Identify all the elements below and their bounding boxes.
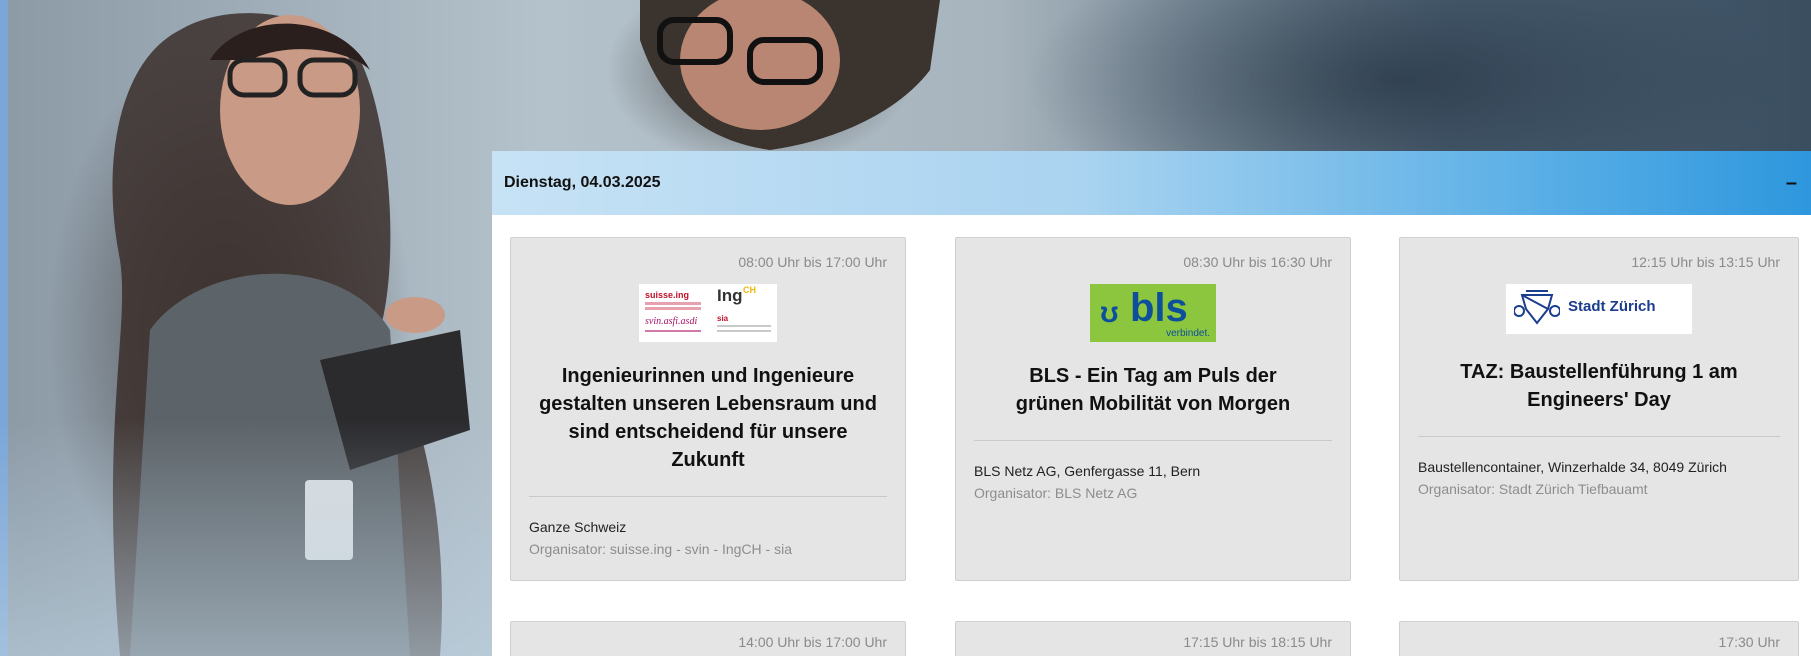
logo-text-stadt-zuerich: Stadt Zürich [1568, 298, 1656, 315]
suisse-ing-logo: suisse.ing Ing CH svin.asfi.asdi sia [639, 284, 777, 342]
event-title: TAZ: Baustellenführung 1 am Engineers' D… [1460, 361, 1738, 411]
divider [529, 496, 887, 497]
day-panel: Dienstag, 04.03.2025 – 08:00 Uhr bis 17:… [492, 151, 1811, 656]
logo-text-ch: CH [743, 285, 756, 295]
event-card[interactable]: 08:00 Uhr bis 17:00 Uhr suisse.ing Ing C… [510, 237, 906, 581]
event-card[interactable]: 17:30 Uhr [1399, 621, 1799, 656]
event-card[interactable]: 14:00 Uhr bis 17:00 Uhr [510, 621, 906, 656]
divider [1418, 436, 1780, 437]
zurich-coat-of-arms-icon [1514, 290, 1560, 325]
logo-text-ing: Ing [717, 286, 743, 305]
day-header[interactable]: Dienstag, 04.03.2025 – [492, 151, 1811, 215]
event-organizer: Organisator: BLS Netz AG [974, 485, 1138, 501]
event-location: Baustellencontainer, Winzerhalde 34, 804… [1418, 459, 1727, 475]
event-time: 08:00 Uhr bis 17:00 Uhr [738, 254, 887, 270]
logo-text-sia: sia [717, 314, 729, 323]
bls-emblem-icon: ʊ [1100, 296, 1119, 329]
day-title: Dienstag, 04.03.2025 [504, 174, 661, 191]
event-location: BLS Netz AG, Genfergasse 11, Bern [974, 463, 1201, 479]
event-title: BLS - Ein Tag am Puls der grünen Mobilit… [1015, 365, 1291, 415]
logo-text-verbindet: verbindet. [1166, 328, 1210, 339]
logo-text-svin: svin.asfi.asdi [645, 316, 698, 327]
logo-text-bls: bls [1130, 286, 1188, 330]
event-time: 17:30 Uhr [1718, 634, 1780, 650]
hero-person-man [640, 0, 940, 150]
event-location: Ganze Schweiz [529, 519, 627, 535]
logo-text-suisse-ing: suisse.ing [645, 290, 690, 300]
event-organizer: Organisator: suisse.ing - svin - IngCH -… [529, 541, 792, 557]
event-time: 12:15 Uhr bis 13:15 Uhr [1631, 254, 1780, 270]
event-time: 08:30 Uhr bis 16:30 Uhr [1183, 254, 1332, 270]
collapse-toggle[interactable]: – [1786, 172, 1797, 195]
divider [974, 440, 1332, 441]
event-card[interactable]: 12:15 Uhr bis 13:15 Uhr Stadt Zürich TAZ… [1399, 237, 1799, 581]
event-organizer: Organisator: Stadt Zürich Tiefbauamt [1418, 481, 1648, 497]
event-card[interactable]: 17:15 Uhr bis 18:15 Uhr [955, 621, 1351, 656]
event-time: 14:00 Uhr bis 17:00 Uhr [738, 634, 887, 650]
event-title: Ingenieurinnen und Ingenieure gestalten … [539, 365, 877, 471]
hero-fade-overlay [0, 420, 500, 656]
event-time: 17:15 Uhr bis 18:15 Uhr [1183, 634, 1332, 650]
event-card[interactable]: 08:30 Uhr bis 16:30 Uhr ʊ bls verbindet.… [955, 237, 1351, 581]
stadt-zuerich-logo: Stadt Zürich [1506, 284, 1692, 334]
bls-logo: ʊ bls verbindet. [1090, 284, 1216, 342]
